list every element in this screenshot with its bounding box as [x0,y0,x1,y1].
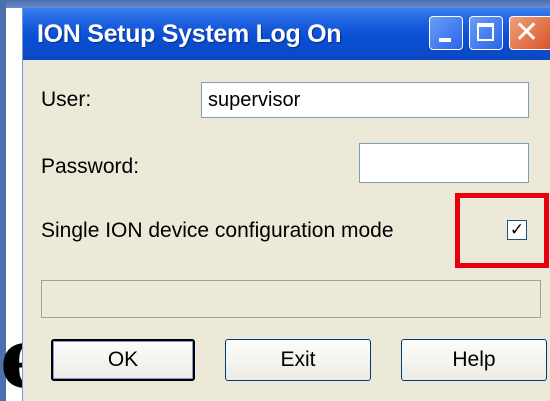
minimize-button[interactable] [429,16,463,50]
minimize-icon [439,38,451,42]
maximize-button[interactable] [469,16,503,50]
user-field[interactable] [201,82,529,118]
window-title: ION Setup System Log On [37,20,342,48]
maximize-icon [477,23,494,41]
log-on-dialog: ION Setup System Log On ✕ User: Password… [22,8,550,401]
single-mode-label: Single ION device configuration mode [41,219,394,242]
password-field[interactable] [359,143,529,183]
title-bar[interactable]: ION Setup System Log On ✕ [23,8,550,60]
close-button[interactable]: ✕ [509,16,550,50]
user-label: User: [41,88,92,111]
red-highlight-box [455,193,549,268]
background-header-bar [0,0,550,8]
password-label: Password: [41,155,140,178]
exit-button[interactable]: Exit [225,339,371,381]
close-icon: ✕ [514,16,540,49]
ok-button[interactable]: OK [51,339,195,381]
help-button[interactable]: Help [401,339,547,381]
progress-bar [41,280,541,318]
